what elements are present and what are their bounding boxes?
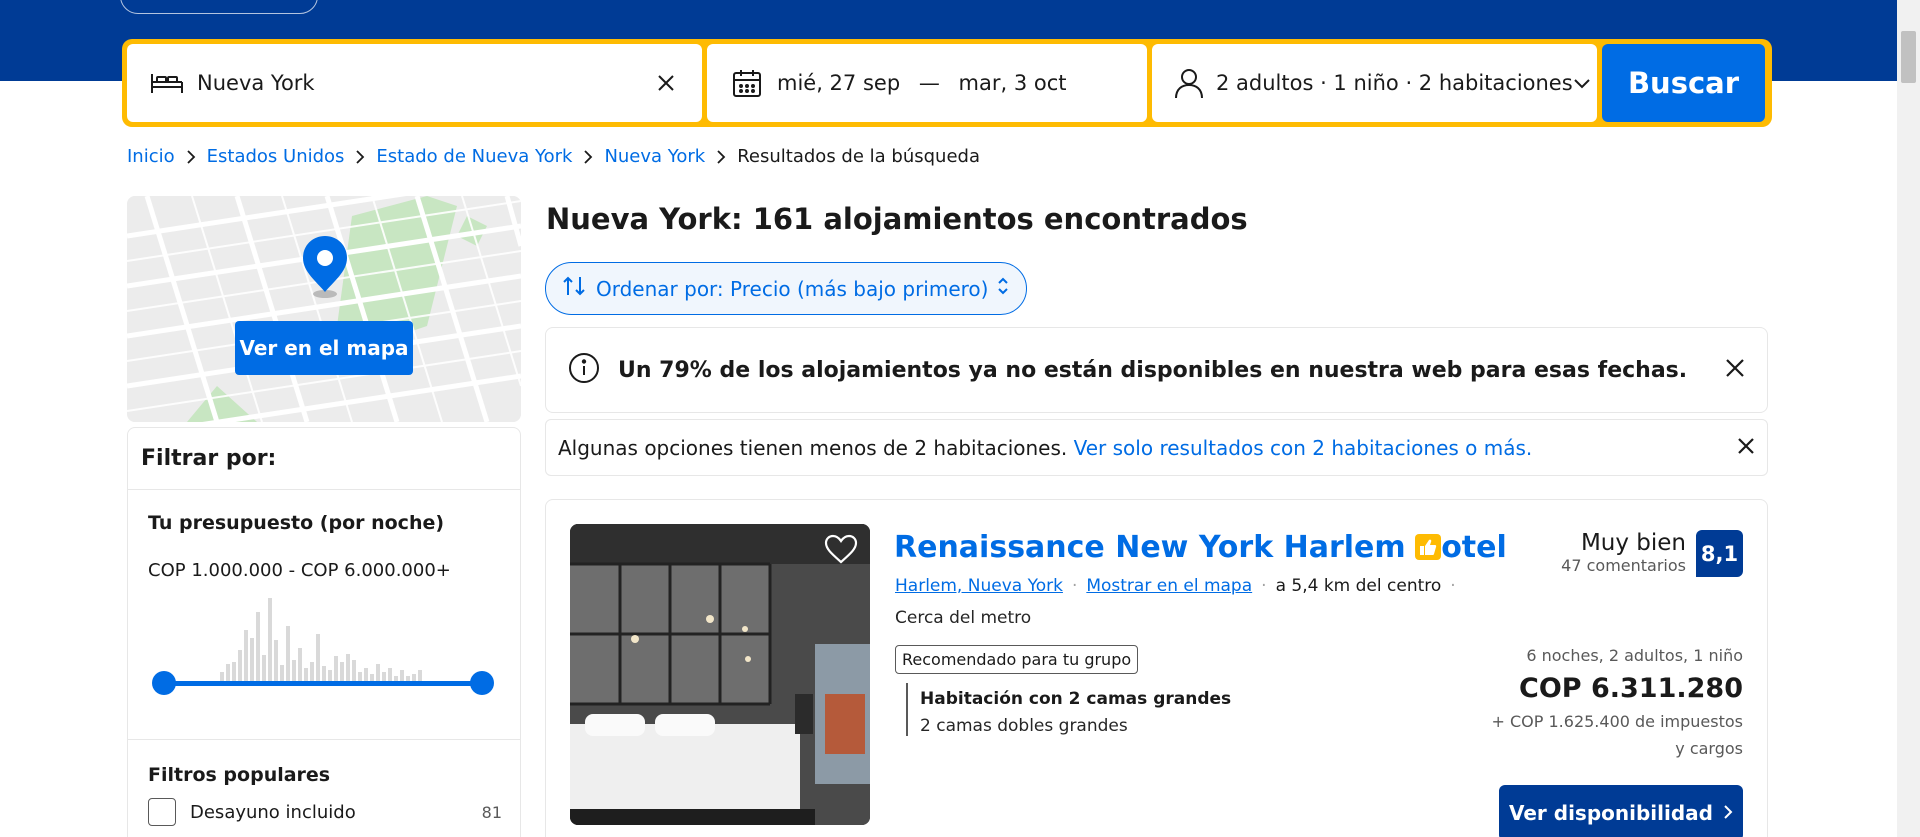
availability-notice: Un 79% de los alojamientos ya no están d… [545,327,1768,413]
chevron-updown-icon [996,276,1010,301]
thumbs-up-icon [1415,534,1441,560]
filter-panel: Filtrar por: Tu presupuesto (por noche) … [127,427,521,837]
guests-summary: 2 adultos · 1 niño · 2 habitaciones [1216,71,1573,95]
breadcrumb-city[interactable]: Nueva York [604,146,705,167]
breadcrumb: Inicio Estados Unidos Estado de Nueva Yo… [127,146,980,167]
checkbox[interactable] [148,798,176,826]
taxes-line: + COP 1.625.400 de impuestos [1491,712,1744,731]
filter-title: Filtrar por: [128,428,520,490]
review-count: 47 comentarios [1561,556,1686,575]
results-title: Nueva York: 161 alojamientos encontrados [546,202,1248,236]
breadcrumb-state[interactable]: Estado de Nueva York [376,146,572,167]
person-icon [1174,65,1204,101]
close-icon[interactable] [1737,436,1755,460]
availability-text: Un 79% de los alojamientos ya no están d… [618,357,1688,383]
destination-field[interactable]: Nueva York [127,44,702,122]
review-word: Muy bien [1580,530,1686,556]
breadcrumb-home[interactable]: Inicio [127,146,175,167]
stay-summary: 6 noches, 2 adultos, 1 niño [1526,646,1743,665]
taxes-line: y cargos [1675,739,1743,758]
hotel-area-link[interactable]: Harlem, Nueva York [895,576,1063,596]
scrollbar[interactable] [1897,0,1920,837]
filter-option[interactable]: Desayuno incluido 81 [148,798,502,826]
show-on-map-link[interactable]: Mostrar en el mapa [1086,576,1252,596]
slider-min-handle[interactable] [152,671,176,695]
checkout-date: mar, 3 oct [958,71,1067,95]
header-button[interactable] [120,0,318,14]
date-separator: — [918,71,940,95]
budget-histogram [152,598,494,695]
popular-filters: Filtros populares Desayuno incluido 81 [128,740,520,826]
sort-arrows-icon [562,275,586,302]
distance-text: a 5,4 km del centro [1275,576,1442,596]
scrollbar-thumb[interactable] [1901,31,1916,83]
review-score: 8,1 [1696,530,1743,577]
sort-button[interactable]: Ordenar por: Precio (más bajo primero) [545,262,1027,315]
room-beds: 2 camas dobles grandes [920,716,1128,736]
hotel-location: Harlem, Nueva York · Mostrar en el mapa … [895,576,1456,596]
chevron-right-icon [186,149,196,164]
see-availability-button[interactable]: Ver disponibilidad [1499,785,1743,837]
hotel-photo[interactable] [570,524,870,825]
clear-icon[interactable] [652,69,680,97]
chevron-right-icon [1723,801,1733,825]
metro-text: Cerca del metro [895,608,1032,628]
see-availability-label: Ver disponibilidad [1508,801,1713,825]
chevron-down-icon [1573,71,1591,95]
heart-icon[interactable] [824,534,858,568]
rooms-notice: Algunas opciones tienen menos de 2 habit… [545,419,1768,476]
price: COP 6.311.280 [1519,673,1743,704]
popular-title: Filtros populares [148,764,331,786]
chevron-right-icon [583,149,593,164]
hotel-room-image [570,524,870,825]
destination-input[interactable]: Nueva York [197,71,652,95]
breadcrumb-current: Resultados de la búsqueda [737,146,980,167]
view-map-button[interactable]: Ver en el mapa [235,321,413,375]
search-button[interactable]: Buscar [1602,44,1765,122]
bed-icon [149,65,185,101]
dates-field[interactable]: mié, 27 sep — mar, 3 oct [707,44,1147,122]
close-icon[interactable] [1725,358,1745,382]
room-type: Habitación con 2 camas grandes [920,689,1232,709]
checkin-date: mié, 27 sep [777,71,901,95]
room-info: Habitación con 2 camas grandes 2 camas d… [906,683,1231,736]
rooms-filter-link[interactable]: Ver solo resultados con 2 habitaciones o… [1074,436,1533,460]
map-streets [127,196,521,422]
budget-filter: Tu presupuesto (por noche) COP 1.000.000… [128,490,520,740]
filter-option-label: Desayuno incluido [190,801,356,823]
guests-field[interactable]: 2 adultos · 1 niño · 2 habitaciones [1152,44,1597,122]
slider-max-handle[interactable] [470,671,494,695]
rooms-notice-text: Algunas opciones tienen menos de 2 habit… [558,435,1068,460]
search-bar: Nueva York mié, 27 sep — mar, 3 oct 2 ad… [122,39,1772,127]
recommended-badge: Recomendado para tu grupo [895,645,1139,674]
breadcrumb-country[interactable]: Estados Unidos [207,146,345,167]
review-summary[interactable]: Muy bien 47 comentarios 8,1 [1561,530,1743,577]
map-preview[interactable]: Ver en el mapa [127,196,521,422]
price-block: 6 noches, 2 adultos, 1 niño COP 6.311.28… [1492,646,1744,762]
hotel-card: Renaissance New York Harlem Hotel Harlem… [545,499,1768,837]
chevron-right-icon [355,149,365,164]
sort-label: Ordenar por: Precio (más bajo primero) [596,276,989,301]
filter-option-count: 81 [481,802,502,822]
taxes: + COP 1.625.400 de impuestos y cargos [1492,708,1744,762]
calendar-icon [729,65,765,101]
info-icon [568,352,600,388]
chevron-right-icon [716,149,726,164]
